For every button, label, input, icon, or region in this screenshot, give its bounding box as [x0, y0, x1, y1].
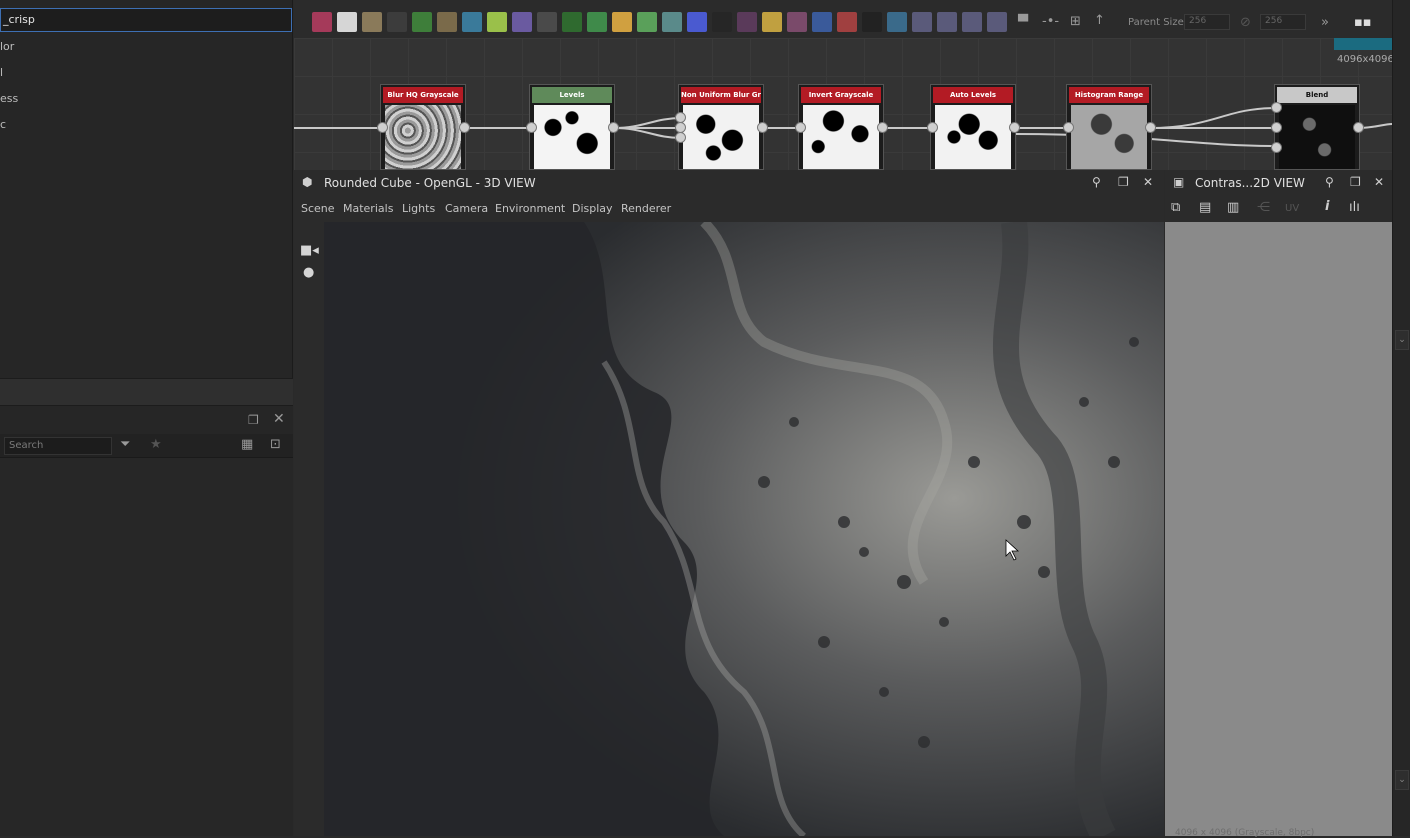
maximize-icon[interactable]: ❐ [1118, 175, 1129, 189]
input-port[interactable] [927, 122, 938, 133]
node-title: Blur HQ Grayscale [383, 87, 463, 103]
menu-lights[interactable]: Lights [402, 202, 435, 215]
node-title: Invert Grayscale [801, 87, 881, 103]
output-port[interactable] [459, 122, 470, 133]
node-title: Auto Levels [933, 87, 1013, 103]
output-port[interactable] [757, 122, 768, 133]
2d-viewport[interactable] [1165, 222, 1392, 836]
filter-icon[interactable]: ⏷ [120, 438, 130, 452]
close-icon[interactable]: ✕ [1374, 175, 1384, 189]
menu-scene[interactable]: Scene [301, 202, 335, 215]
tree-item[interactable]: lor [0, 40, 14, 53]
close-icon[interactable]: ✕ [1143, 175, 1153, 189]
node-thumbnail [1071, 105, 1147, 169]
menu-materials[interactable]: Materials [343, 202, 393, 215]
view-3d-panel: ⬢ Rounded Cube - OpenGL - 3D VIEW ⚲ ❐ ✕ … [294, 170, 1164, 836]
scroll-down-button-2[interactable]: ⌄ [1395, 770, 1409, 790]
output-port[interactable] [877, 122, 888, 133]
grid-view-icon[interactable]: ▦ [241, 438, 253, 452]
graph-node[interactable]: Blend [1274, 84, 1360, 170]
scroll-down-button[interactable]: ⌄ [1395, 330, 1409, 350]
input-port[interactable] [1271, 122, 1282, 133]
input-port[interactable] [1271, 102, 1282, 113]
view-3d-sidebar: ■◂ ● [294, 220, 324, 836]
3d-viewport[interactable] [324, 222, 1164, 836]
menu-display[interactable]: Display [572, 202, 613, 215]
camera-icon[interactable]: ■◂ [300, 244, 319, 258]
node-title: Levels [532, 87, 612, 103]
rendered-surface [324, 222, 1164, 836]
menu-camera[interactable]: Camera [445, 202, 488, 215]
info-icon[interactable]: i [1325, 200, 1329, 214]
favorite-star-icon[interactable]: ★ [150, 438, 162, 452]
uv-select[interactable]: UV [1285, 202, 1299, 216]
tree-item[interactable]: l [0, 66, 3, 79]
pin-icon[interactable]: ⚲ [1325, 175, 1334, 189]
view-2d-panel: ▣ Contras...2D VIEW ⚲ ❐ ✕ ⧉ ▤ ▥ ⋲ UV i ı… [1165, 170, 1392, 838]
lightbulb-icon[interactable]: ● [303, 266, 314, 280]
window-icon: ▣ [1173, 175, 1185, 189]
graph-node[interactable]: Non Uniform Blur Grayscale [678, 84, 764, 170]
library-search-input[interactable]: Search [4, 437, 112, 455]
view-2d-toolbar: ⧉ ▤ ▥ ⋲ UV i ılı [1165, 196, 1392, 222]
right-scroll-strip: ⌄ ⌄ [1392, 0, 1410, 836]
node-thumbnail [534, 105, 610, 169]
node-thumbnail [803, 105, 879, 169]
copy-icon[interactable]: ⧉ [1171, 201, 1180, 215]
tree-item[interactable]: c [0, 118, 6, 131]
selected-item-field[interactable]: _crisp [0, 8, 292, 32]
save-icon[interactable]: ▤ [1199, 201, 1211, 215]
node-title: Non Uniform Blur Grayscale [681, 87, 761, 103]
node-title: Histogram Range [1069, 87, 1149, 103]
close-icon[interactable]: ✕ [273, 412, 285, 426]
panel-divider[interactable] [0, 378, 293, 406]
import-icon[interactable]: ⊡ [270, 438, 281, 452]
node-thumbnail [935, 105, 1011, 169]
histogram-icon[interactable]: ılı [1349, 201, 1360, 215]
node-title: Blend [1277, 87, 1357, 103]
maximize-icon[interactable]: ❐ [248, 413, 259, 427]
library-content [0, 458, 293, 836]
explorer-panel: _crisp lor l ess c ❐ ✕ Search ⏷ ★ ▦ ⊡ [0, 0, 293, 836]
tree-item[interactable]: ess [0, 92, 18, 105]
view-3d-title: Rounded Cube - OpenGL - 3D VIEW [324, 176, 536, 190]
tiling-icon[interactable]: ⋲ [1257, 201, 1270, 215]
input-port[interactable] [526, 122, 537, 133]
graph-node[interactable]: Auto Levels [930, 84, 1016, 170]
menu-environment[interactable]: Environment [495, 202, 565, 215]
input-port[interactable] [1271, 142, 1282, 153]
output-port[interactable] [608, 122, 619, 133]
graph-node[interactable]: Levels [529, 84, 615, 170]
node-thumbnail [1279, 105, 1355, 169]
view-2d-title: Contras...2D VIEW [1195, 176, 1305, 190]
pin-icon[interactable]: ⚲ [1092, 175, 1101, 189]
input-port[interactable] [675, 132, 686, 143]
graph-node[interactable]: Histogram Range [1066, 84, 1152, 170]
input-port[interactable] [1063, 122, 1074, 133]
view-3d-menu: Scene Materials Lights Camera Environmen… [294, 196, 1164, 220]
library-header: ❐ ✕ [0, 406, 293, 434]
menu-renderer[interactable]: Renderer [621, 202, 671, 215]
export-icon[interactable]: ▥ [1227, 201, 1239, 215]
output-port[interactable] [1145, 122, 1156, 133]
graph-editor[interactable]: ▀ -•- ⊞ ↑ Parent Size: 256 ⊘ 256 » ▪▪ 40… [294, 0, 1392, 170]
output-port[interactable] [1009, 122, 1020, 133]
view-3d-header: ⬢ Rounded Cube - OpenGL - 3D VIEW ⚲ ❐ ✕ [294, 170, 1164, 196]
maximize-icon[interactable]: ❐ [1350, 175, 1361, 189]
image-info-label: 4096 x 4096 (Grayscale, 8bpc) [1175, 828, 1315, 838]
output-port[interactable] [1353, 122, 1364, 133]
input-port[interactable] [377, 122, 388, 133]
cube-icon: ⬢ [302, 175, 313, 189]
library-toolbar: Search ⏷ ★ ▦ ⊡ [0, 434, 293, 458]
graph-node[interactable]: Invert Grayscale [798, 84, 884, 170]
input-port[interactable] [795, 122, 806, 133]
node-thumbnail [683, 105, 759, 169]
node-thumbnail [385, 105, 461, 169]
graph-node[interactable]: Blur HQ Grayscale [380, 84, 466, 170]
